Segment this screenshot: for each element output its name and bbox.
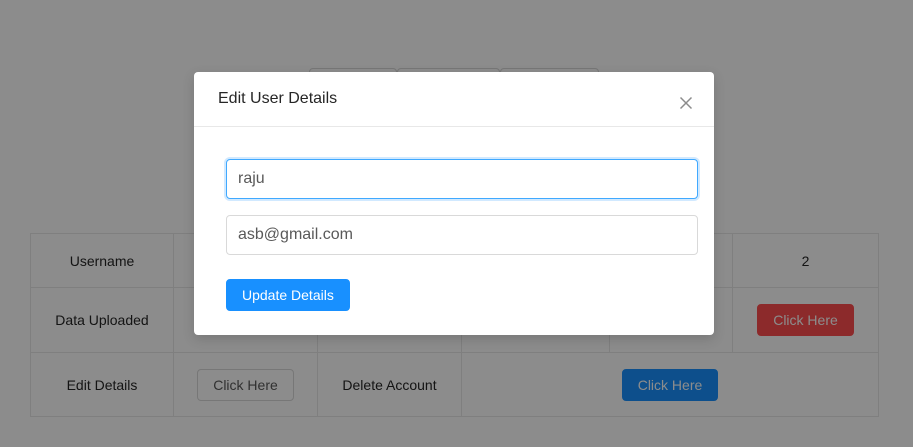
modal-header: Edit User Details (194, 72, 714, 127)
modal-title: Edit User Details (218, 90, 338, 107)
update-details-button[interactable]: Update Details (226, 279, 350, 311)
email-input[interactable] (226, 215, 698, 255)
page: Username 2 Data Uploaded Click Here Edit… (0, 0, 913, 447)
close-icon[interactable] (678, 95, 694, 111)
edit-user-modal: Edit User Details Update Details (194, 72, 714, 335)
username-input[interactable] (226, 159, 698, 199)
